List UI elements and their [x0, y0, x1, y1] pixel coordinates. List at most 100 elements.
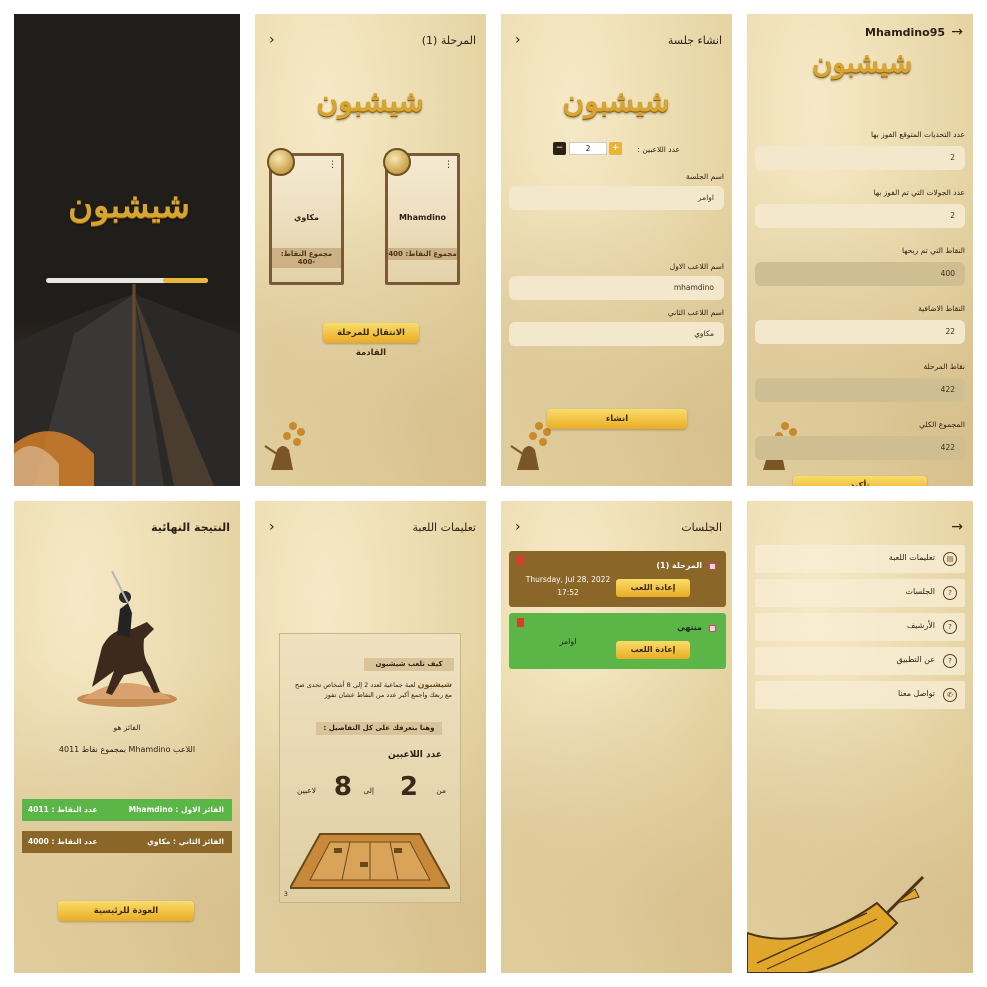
player-name: مكاوي	[294, 213, 319, 222]
players-count-label: عدد اللاعبين :	[637, 145, 680, 154]
first-winner-label: الفائز الاول : Mhamdino	[128, 805, 224, 814]
session-date-text: Thursday, Jul 28, 2022	[525, 575, 611, 584]
menu-item-archive[interactable]: ? الأرشيف	[755, 613, 965, 641]
header: انشاء جلسة ‹	[511, 32, 722, 52]
coin-icon	[383, 148, 411, 176]
stat-field: 422	[755, 378, 965, 402]
player1-label: اسم اللاعب الاول	[669, 262, 724, 271]
final-result-screen: النتيجة النهائية الفائز هو اللاعب Mhamdi…	[14, 501, 240, 973]
stat-label: النقاط الاضافية	[918, 304, 965, 313]
sessions-screen: الجلسات ‹ المرحلة (1) Thursday, Jul 28, …	[501, 501, 732, 973]
from-label: من	[436, 786, 446, 795]
stage-screen: المرحلة (1) ‹ شيشبون ⋮ Mhamdino مجموع ال…	[255, 14, 486, 486]
session-name-label: اسم الجلسة	[685, 172, 724, 181]
menu-screen: → ▤ تعليمات اللعبة ? الجلسات ? الأرشيف ?…	[747, 501, 973, 973]
page-title: انشاء جلسة	[667, 34, 722, 47]
confirm-button[interactable]: تأكيد	[793, 476, 927, 486]
header: تعليمات اللعبة ‹	[265, 519, 476, 539]
document-icon: ▤	[943, 552, 957, 566]
player-points: مجموع النقاط: -400	[272, 248, 341, 268]
page-number: 3	[284, 891, 288, 898]
select-checkbox[interactable]	[709, 625, 716, 632]
delete-icon[interactable]	[517, 556, 524, 565]
session-item[interactable]: المرحلة (1) Thursday, Jul 28, 2022 17:52…	[509, 551, 726, 607]
brand-name: شيشبون	[417, 680, 452, 689]
header: المرحلة (1) ‹	[265, 32, 476, 52]
home-button[interactable]: العودة للرئيسية	[58, 901, 194, 921]
back-arrow-icon[interactable]: ‹	[269, 519, 275, 535]
stat-field[interactable]: 2	[755, 204, 965, 228]
menu-item-contact[interactable]: ✆ تواصل معنا	[755, 681, 965, 709]
player-stats-screen: Mhamdino95 → شيشبون عدد التحديات المتوقع…	[747, 14, 973, 486]
replay-button[interactable]: إعادة اللعب	[616, 641, 690, 659]
forward-arrow-icon[interactable]: →	[951, 24, 963, 40]
session-title: المرحلة (1)	[656, 561, 702, 570]
app-logo: شيشبون	[811, 46, 913, 79]
menu-item-sessions[interactable]: ? الجلسات	[755, 579, 965, 607]
menu-item-label: الجلسات	[905, 587, 935, 596]
knight-illustration	[77, 570, 177, 707]
menu-item-label: عن التطبيق	[896, 655, 935, 664]
splash-screen: شيشبون	[14, 14, 240, 486]
app-logo: شيشبون	[316, 84, 425, 119]
coin-icon	[267, 148, 295, 176]
player-name: Mhamdino	[398, 213, 447, 222]
coffee-pot-icon	[264, 422, 305, 470]
player1-input[interactable]: mhamdino	[509, 276, 724, 300]
player2-input[interactable]: مكاوي	[509, 322, 724, 346]
first-winner-bar: الفائز الاول : Mhamdino عدد النقاط : 401…	[22, 799, 232, 821]
header: →	[757, 519, 963, 539]
stat-label: عدد التحديات المتوقع الفوز بها	[870, 130, 965, 139]
stat-field[interactable]: 2	[755, 146, 965, 170]
help-icon: ?	[943, 586, 957, 600]
page-title: المرحلة (1)	[421, 34, 476, 47]
session-name-input[interactable]: اوامر	[509, 186, 724, 210]
minus-button[interactable]: −	[553, 142, 566, 155]
app-logo: شيشبون	[68, 186, 191, 226]
session-title: منتهي	[677, 623, 702, 632]
first-winner-points: عدد النقاط : 4011	[28, 805, 98, 814]
details-banner: وهنا بنعرفك على كل التفاصيل :	[316, 722, 442, 735]
username: Mhamdino95	[865, 26, 946, 39]
back-arrow-icon[interactable]: ‹	[515, 32, 521, 48]
session-name: اوامر	[559, 637, 577, 646]
header: الجلسات ‹	[511, 519, 722, 539]
loading-bar	[46, 278, 208, 283]
min-players: 2	[399, 772, 418, 802]
back-arrow-icon[interactable]: ‹	[515, 519, 521, 535]
session-time-text: 17:52	[557, 588, 579, 597]
next-stage-button[interactable]: الانتقال للمرحلة القادمة	[323, 323, 419, 358]
stat-field: 422	[755, 436, 965, 460]
help-icon: ?	[943, 654, 957, 668]
more-icon[interactable]: ⋮	[444, 160, 453, 170]
more-icon[interactable]: ⋮	[328, 160, 337, 170]
second-winner-label: الفائز الثاني : مكاوي	[147, 837, 224, 846]
phone-icon: ✆	[943, 688, 957, 702]
players-heading: عدد اللاعبين	[388, 750, 442, 760]
replay-button[interactable]: إعادة اللعب	[616, 579, 690, 597]
menu-item-about[interactable]: ? عن التطبيق	[755, 647, 965, 675]
plus-button[interactable]: +	[609, 142, 622, 155]
players-word: لاعبين	[297, 786, 316, 795]
player2-label: اسم اللاعب الثاني	[667, 308, 724, 317]
session-date: Thursday, Jul 28, 2022 17:52	[523, 573, 613, 599]
stat-label: عدد الجولات التي تم الفوز بها	[873, 188, 965, 197]
menu-item-label: تواصل معنا	[898, 689, 935, 698]
delete-icon[interactable]	[517, 618, 524, 627]
forward-arrow-icon[interactable]: →	[951, 519, 963, 535]
intro-text: شيشبون لعبة جماعية لعدد 2 إلى 8 أشخاص تح…	[288, 680, 452, 700]
session-item[interactable]: منتهي اوامر إعادة اللعب	[509, 613, 726, 669]
help-icon: ?	[943, 620, 957, 634]
instructions-card[interactable]: كيف تلعب شيشبون شيشبون لعبة جماعية لعدد …	[279, 633, 461, 903]
select-checkbox[interactable]	[709, 563, 716, 570]
players-count-value[interactable]: 2	[569, 142, 607, 155]
loading-bar-fill	[162, 278, 208, 283]
stat-label: المجموع الكلي	[919, 420, 965, 429]
create-button[interactable]: انشاء	[547, 409, 687, 429]
menu-item-instructions[interactable]: ▤ تعليمات اللعبة	[755, 545, 965, 573]
back-arrow-icon[interactable]: ‹	[269, 32, 275, 48]
page-title: تعليمات اللعبة	[412, 521, 476, 534]
board-illustration	[290, 833, 450, 889]
how-to-play-banner: كيف تلعب شيشبون	[364, 658, 454, 671]
stat-field[interactable]: 22	[755, 320, 965, 344]
